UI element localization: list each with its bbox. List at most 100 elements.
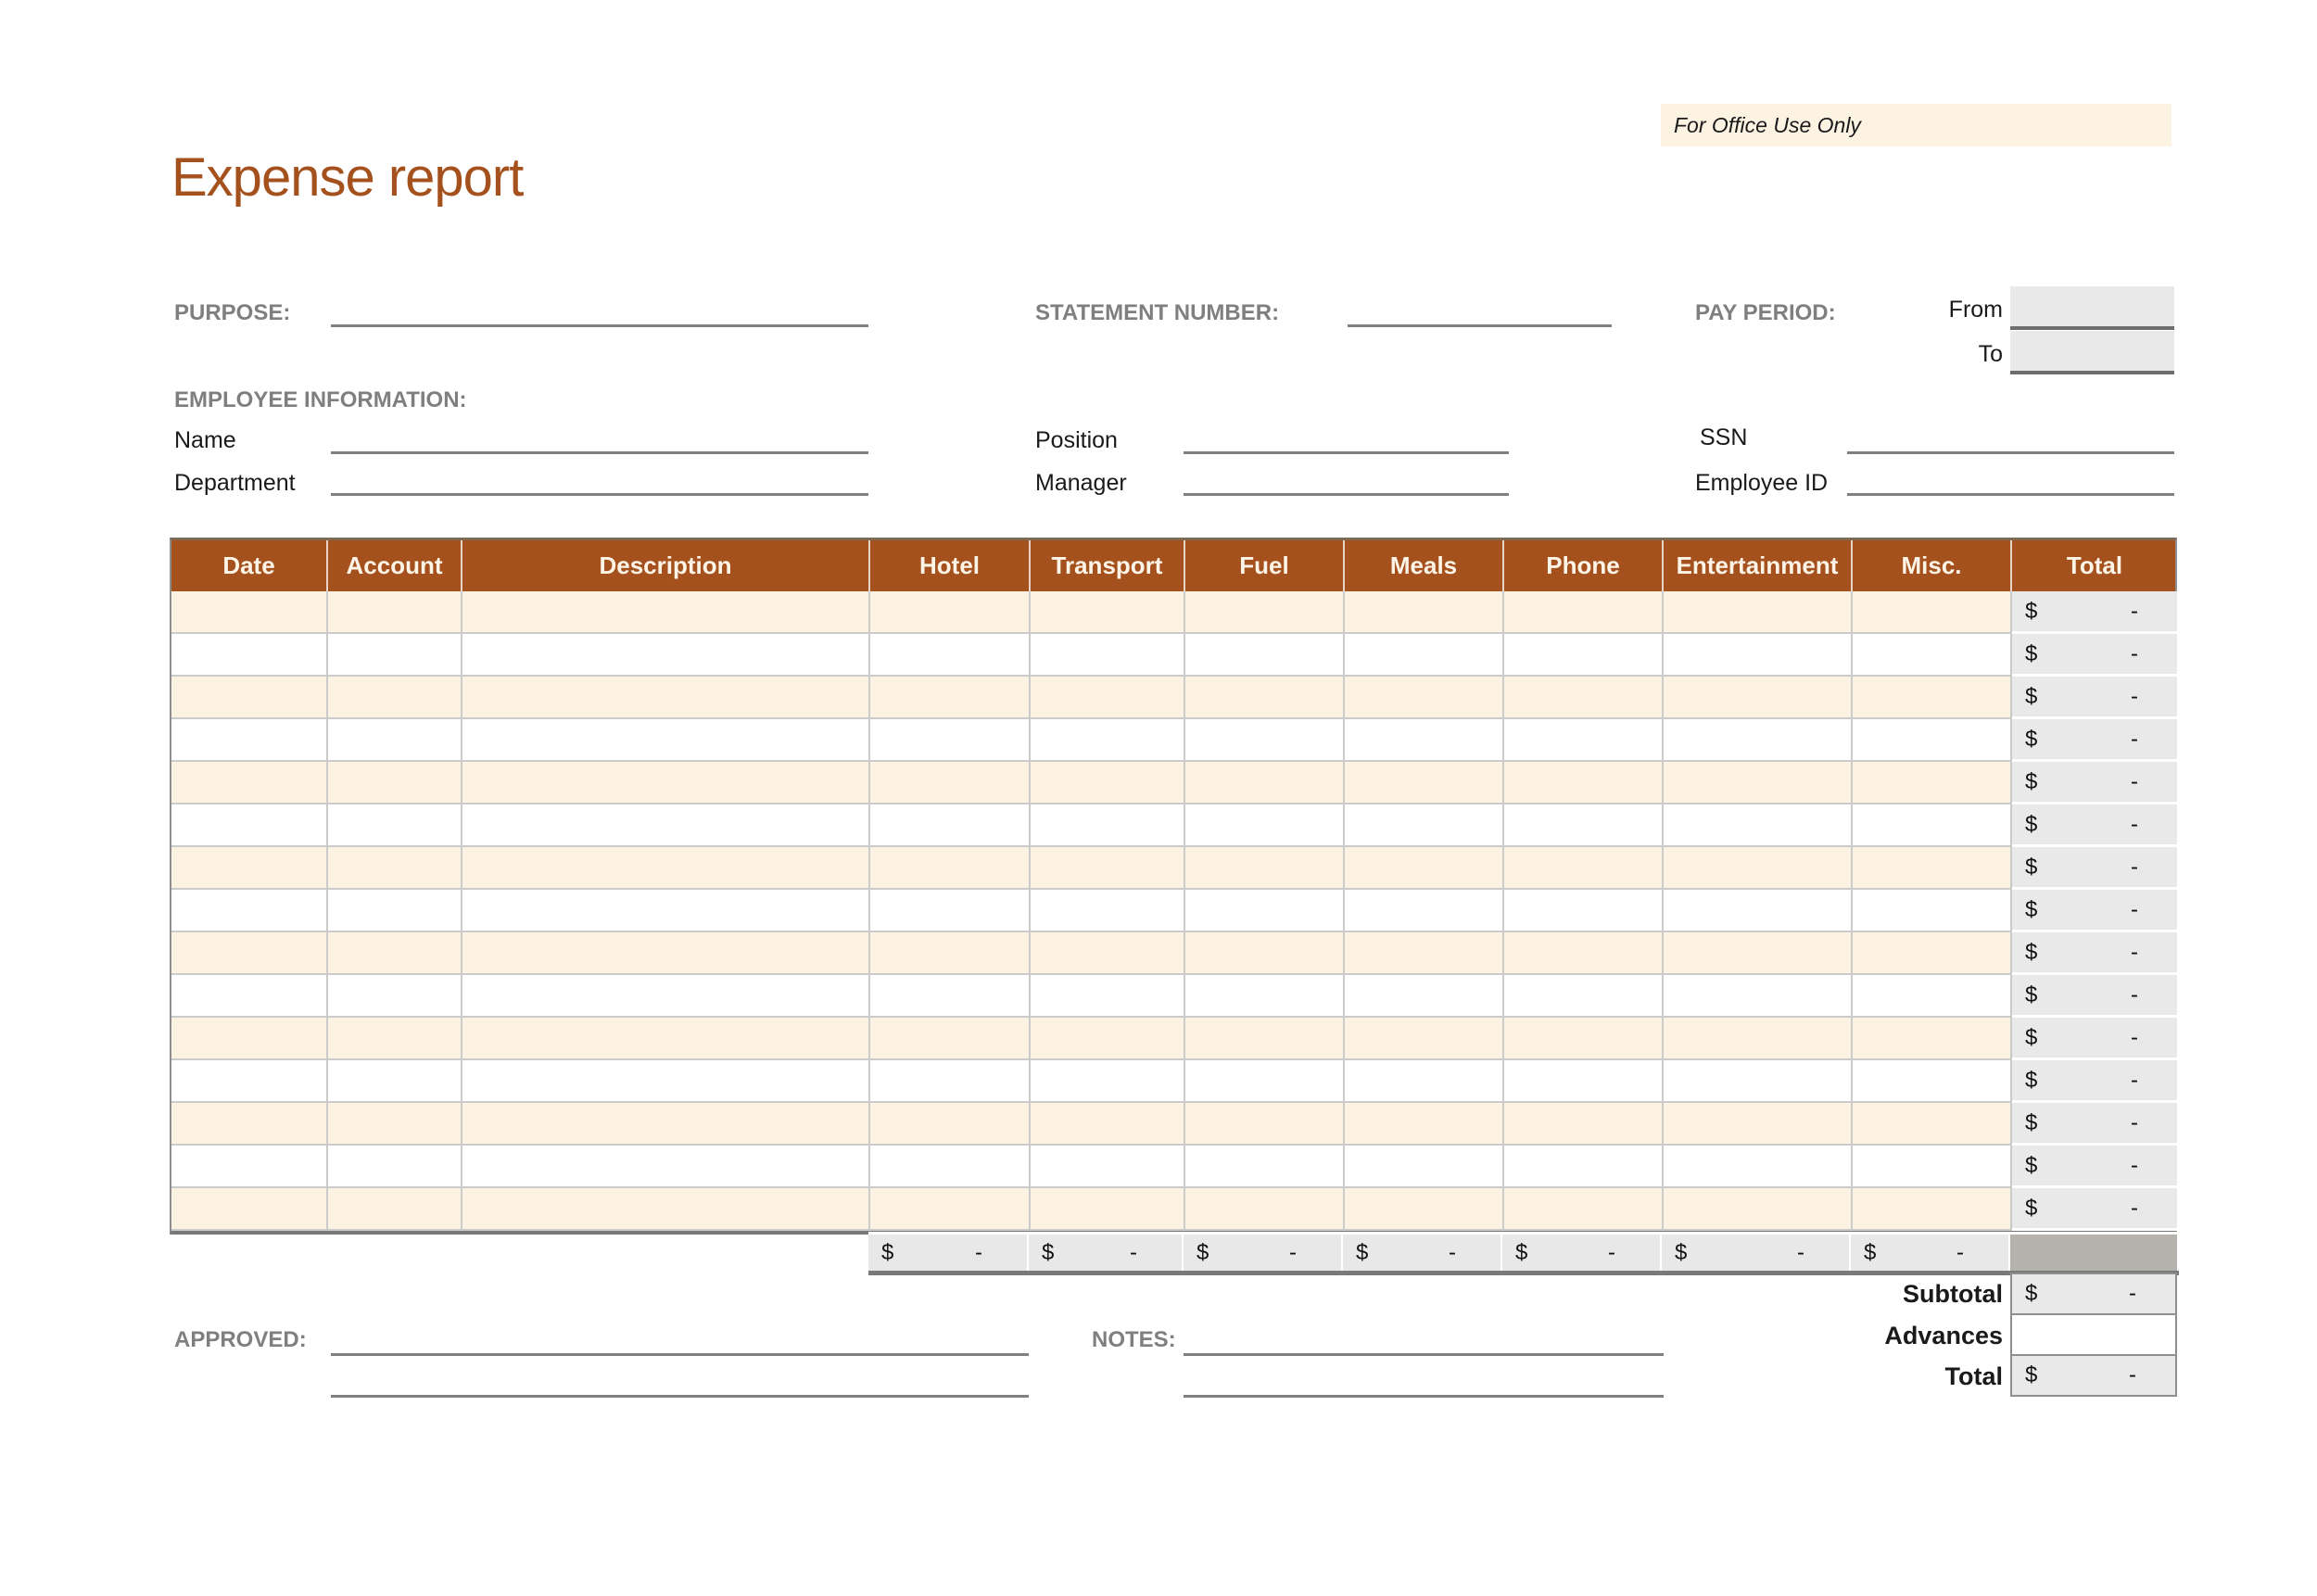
cell-phone[interactable] — [1504, 591, 1664, 634]
cell-date[interactable] — [171, 677, 328, 719]
cell-entertainment[interactable] — [1664, 847, 1853, 890]
cell-description[interactable] — [462, 1188, 870, 1231]
cell-phone[interactable] — [1504, 975, 1664, 1018]
cell-date[interactable] — [171, 1060, 328, 1103]
cell-account[interactable] — [328, 1103, 462, 1146]
cell-fuel[interactable] — [1185, 890, 1345, 932]
cell-misc[interactable] — [1853, 1103, 2012, 1146]
cell-hotel[interactable] — [870, 890, 1031, 932]
cell-description[interactable] — [462, 975, 870, 1018]
cell-phone[interactable] — [1504, 1103, 1664, 1146]
cell-meals[interactable] — [1345, 677, 1504, 719]
approved-signature-line-1[interactable] — [331, 1353, 1029, 1356]
cell-entertainment[interactable] — [1664, 1146, 1853, 1188]
cell-meals[interactable] — [1345, 847, 1504, 890]
cell-account[interactable] — [328, 1018, 462, 1060]
cell-description[interactable] — [462, 719, 870, 762]
cell-misc[interactable] — [1853, 1146, 2012, 1188]
cell-fuel[interactable] — [1185, 634, 1345, 677]
cell-fuel[interactable] — [1185, 1188, 1345, 1231]
cell-phone[interactable] — [1504, 847, 1664, 890]
cell-date[interactable] — [171, 1103, 328, 1146]
cell-transport[interactable] — [1031, 719, 1185, 762]
cell-fuel[interactable] — [1185, 804, 1345, 847]
cell-description[interactable] — [462, 1060, 870, 1103]
cell-misc[interactable] — [1853, 804, 2012, 847]
cell-account[interactable] — [328, 1060, 462, 1103]
cell-phone[interactable] — [1504, 890, 1664, 932]
cell-description[interactable] — [462, 932, 870, 975]
cell-transport[interactable] — [1031, 804, 1185, 847]
cell-meals[interactable] — [1345, 975, 1504, 1018]
cell-transport[interactable] — [1031, 1060, 1185, 1103]
cell-description[interactable] — [462, 890, 870, 932]
cell-hotel[interactable] — [870, 1146, 1031, 1188]
cell-meals[interactable] — [1345, 762, 1504, 804]
cell-misc[interactable] — [1853, 847, 2012, 890]
cell-fuel[interactable] — [1185, 1146, 1345, 1188]
cell-meals[interactable] — [1345, 932, 1504, 975]
cell-date[interactable] — [171, 975, 328, 1018]
cell-meals[interactable] — [1345, 1146, 1504, 1188]
cell-hotel[interactable] — [870, 1018, 1031, 1060]
statement-number-input-line[interactable] — [1348, 324, 1612, 327]
cell-misc[interactable] — [1853, 932, 2012, 975]
cell-fuel[interactable] — [1185, 1060, 1345, 1103]
cell-hotel[interactable] — [870, 804, 1031, 847]
cell-phone[interactable] — [1504, 634, 1664, 677]
cell-transport[interactable] — [1031, 1188, 1185, 1231]
cell-meals[interactable] — [1345, 804, 1504, 847]
cell-description[interactable] — [462, 677, 870, 719]
cell-meals[interactable] — [1345, 890, 1504, 932]
cell-hotel[interactable] — [870, 677, 1031, 719]
cell-account[interactable] — [328, 932, 462, 975]
cell-account[interactable] — [328, 591, 462, 634]
cell-transport[interactable] — [1031, 591, 1185, 634]
cell-description[interactable] — [462, 1018, 870, 1060]
cell-misc[interactable] — [1853, 1018, 2012, 1060]
cell-misc[interactable] — [1853, 762, 2012, 804]
cell-phone[interactable] — [1504, 762, 1664, 804]
cell-description[interactable] — [462, 591, 870, 634]
notes-input-line-1[interactable] — [1184, 1353, 1664, 1356]
cell-transport[interactable] — [1031, 762, 1185, 804]
cell-phone[interactable] — [1504, 1146, 1664, 1188]
cell-date[interactable] — [171, 719, 328, 762]
cell-description[interactable] — [462, 762, 870, 804]
cell-fuel[interactable] — [1185, 591, 1345, 634]
cell-date[interactable] — [171, 1146, 328, 1188]
position-input-line[interactable] — [1184, 451, 1509, 454]
cell-account[interactable] — [328, 804, 462, 847]
cell-description[interactable] — [462, 1146, 870, 1188]
cell-entertainment[interactable] — [1664, 932, 1853, 975]
cell-hotel[interactable] — [870, 634, 1031, 677]
cell-date[interactable] — [171, 890, 328, 932]
cell-transport[interactable] — [1031, 1103, 1185, 1146]
cell-phone[interactable] — [1504, 719, 1664, 762]
cell-date[interactable] — [171, 591, 328, 634]
cell-account[interactable] — [328, 847, 462, 890]
cell-transport[interactable] — [1031, 932, 1185, 975]
cell-meals[interactable] — [1345, 634, 1504, 677]
cell-transport[interactable] — [1031, 847, 1185, 890]
purpose-input-line[interactable] — [331, 324, 868, 327]
pay-period-to-input[interactable] — [2010, 331, 2174, 374]
cell-phone[interactable] — [1504, 932, 1664, 975]
cell-phone[interactable] — [1504, 1018, 1664, 1060]
cell-entertainment[interactable] — [1664, 719, 1853, 762]
cell-transport[interactable] — [1031, 975, 1185, 1018]
cell-meals[interactable] — [1345, 1188, 1504, 1231]
cell-account[interactable] — [328, 762, 462, 804]
cell-fuel[interactable] — [1185, 932, 1345, 975]
cell-account[interactable] — [328, 890, 462, 932]
cell-misc[interactable] — [1853, 1188, 2012, 1231]
notes-input-line-2[interactable] — [1184, 1395, 1664, 1398]
name-input-line[interactable] — [331, 451, 868, 454]
cell-meals[interactable] — [1345, 1018, 1504, 1060]
cell-entertainment[interactable] — [1664, 975, 1853, 1018]
advances-input-cell[interactable] — [2010, 1313, 2177, 1356]
cell-date[interactable] — [171, 847, 328, 890]
cell-misc[interactable] — [1853, 634, 2012, 677]
cell-meals[interactable] — [1345, 719, 1504, 762]
pay-period-from-input[interactable] — [2010, 286, 2174, 330]
